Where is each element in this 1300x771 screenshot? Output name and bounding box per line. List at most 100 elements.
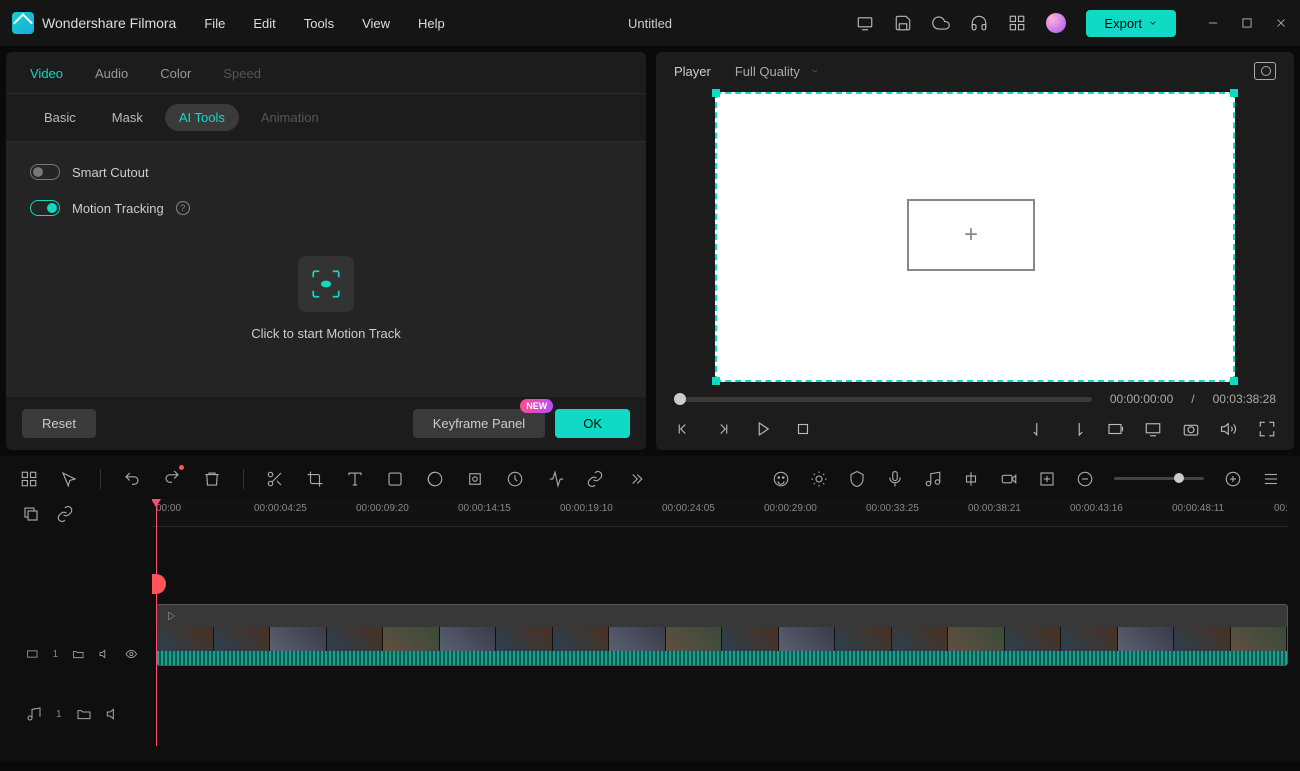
video-track-icon — [26, 646, 39, 662]
zoom-in-icon[interactable] — [1224, 470, 1242, 488]
reset-button[interactable]: Reset — [22, 409, 96, 438]
ruler-mark: 00:00:04:25 — [254, 503, 307, 514]
tab-color[interactable]: Color — [160, 66, 191, 93]
volume-icon[interactable] — [1220, 420, 1238, 438]
zoom-out-icon[interactable] — [1076, 470, 1094, 488]
prev-frame-icon[interactable] — [674, 420, 692, 438]
headphones-icon[interactable] — [970, 14, 988, 32]
resize-handle-br[interactable] — [1230, 377, 1238, 385]
mark-out-icon[interactable] — [1068, 420, 1086, 438]
snapshot-icon[interactable] — [1182, 420, 1200, 438]
player-tab[interactable]: Player — [674, 64, 711, 79]
save-icon[interactable] — [894, 14, 912, 32]
ratio-icon[interactable] — [1106, 420, 1124, 438]
preview-area[interactable]: + — [656, 90, 1294, 384]
duplicate-icon[interactable] — [22, 505, 40, 523]
speed-icon[interactable] — [506, 470, 524, 488]
mute-icon[interactable] — [106, 706, 122, 722]
export-button[interactable]: Export — [1086, 10, 1176, 37]
timeline-marker[interactable] — [152, 574, 166, 594]
cut-icon[interactable] — [266, 470, 284, 488]
crop-icon[interactable] — [306, 470, 324, 488]
folder-icon[interactable] — [72, 646, 85, 662]
enhance-icon[interactable] — [810, 470, 828, 488]
resize-handle-tl[interactable] — [712, 89, 720, 97]
text-icon[interactable] — [346, 470, 364, 488]
apps-icon[interactable] — [1008, 14, 1026, 32]
fullscreen-icon[interactable] — [1258, 420, 1276, 438]
keyframe-panel-button[interactable]: Keyframe Panel — [413, 409, 546, 438]
audio-mix-icon[interactable] — [924, 470, 942, 488]
ok-button[interactable]: OK — [555, 409, 630, 438]
menu-tools[interactable]: Tools — [304, 16, 334, 31]
play-icon[interactable] — [754, 420, 772, 438]
tab-audio[interactable]: Audio — [95, 66, 128, 93]
resize-handle-tr[interactable] — [1230, 89, 1238, 97]
mark-in-icon[interactable] — [1030, 420, 1048, 438]
track-headers: 1 1 — [12, 499, 152, 747]
folder-icon[interactable] — [76, 706, 92, 722]
app-name: Wondershare Filmora — [42, 15, 176, 31]
redo-icon[interactable] — [163, 468, 181, 486]
chain-icon[interactable] — [56, 505, 74, 523]
menu-help[interactable]: Help — [418, 16, 445, 31]
video-track-header[interactable]: 1 — [12, 624, 152, 684]
quality-select[interactable]: Full Quality — [735, 64, 820, 79]
list-view-icon[interactable] — [1262, 470, 1280, 488]
menu-file[interactable]: File — [204, 16, 225, 31]
menu-view[interactable]: View — [362, 16, 390, 31]
record-icon[interactable] — [1000, 470, 1018, 488]
more-icon[interactable] — [626, 470, 644, 488]
voice-icon[interactable] — [886, 470, 904, 488]
layout-icon[interactable] — [20, 470, 38, 488]
stop-icon[interactable] — [794, 420, 812, 438]
start-motion-track-button[interactable] — [298, 256, 354, 312]
motion-icon[interactable] — [466, 470, 484, 488]
display-icon[interactable] — [1144, 420, 1162, 438]
marker-icon[interactable] — [848, 470, 866, 488]
user-avatar[interactable] — [1046, 13, 1066, 33]
cloud-icon[interactable] — [932, 14, 950, 32]
zoom-slider[interactable] — [1114, 477, 1204, 480]
motion-track-target[interactable]: + — [907, 199, 1035, 271]
color-icon[interactable] — [426, 470, 444, 488]
playhead[interactable] — [156, 499, 157, 746]
align-icon[interactable] — [962, 470, 980, 488]
video-clip[interactable] — [156, 604, 1288, 666]
frame-icon[interactable] — [386, 470, 404, 488]
resize-handle-bl[interactable] — [712, 377, 720, 385]
ruler-mark: 00:00:43:16 — [1070, 503, 1123, 514]
subtab-ai-tools[interactable]: AI Tools — [165, 104, 239, 131]
timeline-tracks[interactable]: 00:00 00:00:04:25 00:00:09:20 00:00:14:1… — [152, 499, 1288, 747]
inspector-main-tabs: Video Audio Color Speed — [6, 52, 646, 94]
link-icon[interactable] — [586, 470, 604, 488]
subtab-basic[interactable]: Basic — [30, 104, 90, 131]
menu-edit[interactable]: Edit — [253, 16, 275, 31]
player-progress-bar[interactable] — [674, 397, 1092, 402]
undo-icon[interactable] — [123, 470, 141, 488]
mute-icon[interactable] — [99, 646, 112, 662]
ruler-mark: 00:00:53:0 — [1274, 503, 1288, 514]
delete-icon[interactable] — [203, 470, 221, 488]
audio-track-lane[interactable] — [156, 674, 1288, 714]
info-icon[interactable]: ? — [176, 201, 190, 215]
subtab-mask[interactable]: Mask — [98, 104, 157, 131]
cursor-icon[interactable] — [60, 470, 78, 488]
preview-canvas[interactable]: + — [715, 92, 1235, 382]
maximize-icon[interactable] — [1240, 16, 1254, 30]
smart-cutout-toggle[interactable] — [30, 164, 60, 180]
snapshot-button-top[interactable] — [1254, 62, 1276, 80]
render-icon[interactable] — [1038, 470, 1056, 488]
minimize-icon[interactable] — [1206, 16, 1220, 30]
audio-track-header[interactable]: 1 — [12, 684, 152, 744]
tab-video[interactable]: Video — [30, 66, 63, 93]
motion-tracking-toggle[interactable] — [30, 200, 60, 216]
keyframe-extra-icon[interactable] — [546, 470, 564, 488]
close-icon[interactable] — [1274, 16, 1288, 30]
next-frame-icon[interactable] — [714, 420, 732, 438]
ai-portrait-icon[interactable] — [772, 470, 790, 488]
subtab-animation: Animation — [247, 104, 333, 131]
device-icon[interactable] — [856, 14, 874, 32]
timeline-ruler[interactable]: 00:00 00:00:04:25 00:00:09:20 00:00:14:1… — [152, 499, 1288, 527]
visibility-icon[interactable] — [125, 646, 138, 662]
